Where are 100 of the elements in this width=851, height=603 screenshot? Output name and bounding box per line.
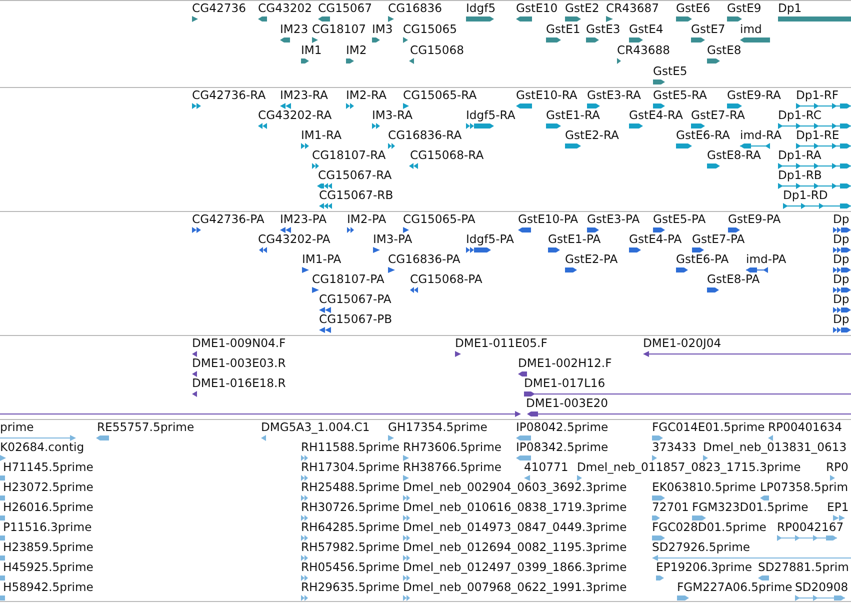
- feature-label: H23859.5prime: [3, 541, 94, 553]
- feature-label: CG15067: [318, 2, 372, 14]
- feature-label: GstE3-PA: [587, 213, 640, 225]
- feature-label: GstE7-RA: [691, 109, 745, 121]
- feature-label: CG15067-PB: [319, 313, 392, 325]
- feature-label: Dp1-RF: [796, 89, 839, 101]
- feature-label: EK063810.5prime: [652, 481, 756, 493]
- feature-label: IM2-RA: [346, 89, 386, 101]
- feature-label: SD27881.5prim: [758, 561, 849, 573]
- feature-label: RP00401634: [768, 421, 842, 433]
- feature-label: CG43202-RA: [258, 109, 332, 121]
- feature-label: Dmel_neb_012497_0399_1866.3prime: [403, 561, 627, 573]
- feature-label: FGC028D01.5prime: [652, 521, 766, 533]
- feature-label: H26016.5prime: [3, 501, 94, 513]
- feature-label: IM2: [346, 44, 367, 56]
- feature-label: CG15065-PA: [403, 213, 476, 225]
- feature-label: GH17354.5prime: [388, 421, 488, 433]
- feature-label: K02684.contig: [0, 441, 84, 453]
- feature-label: GstE4-PA: [629, 233, 682, 245]
- feature-label: Idgf5: [466, 2, 496, 14]
- feature-label: IM3: [372, 23, 393, 35]
- feature-label: CG18107: [312, 23, 366, 35]
- feature-label: 72701: [652, 501, 689, 513]
- feature-label: FGM323D01.5prime: [692, 501, 808, 513]
- feature-label: GstE8-RA: [707, 149, 761, 161]
- feature-label: GstE8-PA: [707, 273, 760, 285]
- feature-label: CG18107-RA: [312, 149, 386, 161]
- feature-label: GstE5-PA: [653, 213, 706, 225]
- feature-label: GstE6: [676, 2, 710, 14]
- feature-label: GstE6-PA: [676, 253, 729, 265]
- feature-label: CG15067-PA: [319, 293, 392, 305]
- feature-label: IM3-PA: [373, 233, 412, 245]
- feature-label: GstE7: [691, 23, 726, 35]
- feature-label: IM23-RA: [280, 89, 328, 101]
- feature-label: CG18107-PA: [312, 273, 384, 285]
- feature-label: Dp: [833, 233, 850, 245]
- feature-label: GstE2: [565, 2, 600, 14]
- feature-label: RH38766.5prime: [403, 461, 502, 473]
- feature-label: GstE3: [586, 23, 620, 35]
- feature-label: GstE6-RA: [676, 129, 730, 141]
- feature-label: Dmel_neb_011857_0823_1715.3prime: [577, 461, 801, 473]
- feature-label: GstE4: [629, 23, 664, 35]
- feature-label: CG43202: [258, 2, 312, 14]
- feature-label: GstE2-PA: [565, 253, 618, 265]
- feature-label: CG15065: [403, 23, 457, 35]
- feature-label: GstE1-RA: [546, 109, 600, 121]
- feature-label: RH57982.5prime: [301, 541, 400, 553]
- feature-label: CG42736-RA: [192, 89, 266, 101]
- feature-label: GstE5: [653, 65, 688, 77]
- feature-label: GstE8: [707, 44, 742, 56]
- feature-label: imd-PA: [746, 253, 786, 265]
- feature-label: Dmel_neb_012694_0082_1195.3prime: [403, 541, 627, 553]
- feature-label: Dp: [833, 293, 850, 305]
- feature-label: DMG5A3_1.004.C1: [261, 421, 370, 433]
- feature-label: Dmel_neb_014973_0847_0449.3prime: [403, 521, 627, 533]
- feature-label: RH05456.5prime: [301, 561, 400, 573]
- feature-label: RH73606.5prime: [403, 441, 502, 453]
- feature-label: H23072.5prime: [3, 481, 94, 493]
- feature-label: CG43202-PA: [258, 233, 330, 245]
- feature-label: CR43687: [606, 2, 660, 14]
- feature-label: GstE1-PA: [548, 233, 601, 245]
- feature-label: RH11588.5prime: [301, 441, 400, 453]
- feature-label: Dp1-RB: [778, 169, 822, 181]
- feature-label: RH29635.5prime: [301, 581, 400, 593]
- feature-label: IM1: [301, 44, 322, 56]
- feature-label: GstE9: [727, 2, 762, 14]
- feature-label: CG16836: [388, 2, 442, 14]
- feature-label: P11516.3prime: [3, 521, 92, 533]
- feature-label: CG15067-RB: [319, 189, 394, 201]
- feature-label: RH25488.5prime: [301, 481, 400, 493]
- feature-label: CG15065-RA: [403, 89, 477, 101]
- feature-label: DME1-003E03.R: [192, 357, 286, 369]
- feature-label: Dmel_neb_002904_0603_3692.3prime: [403, 481, 627, 493]
- feature-label: DME1-011E05.F: [455, 337, 548, 349]
- feature-label: CG42736-PA: [192, 213, 264, 225]
- feature-label: IM1-PA: [302, 253, 342, 265]
- feature-label: GstE9-RA: [727, 89, 781, 101]
- feature-label: GstE5-RA: [653, 89, 707, 101]
- feature-label: H45925.5prime: [3, 561, 94, 573]
- feature-label: 410771: [524, 461, 568, 473]
- feature-label: CG16836-PA: [388, 253, 460, 265]
- feature-label: GstE10: [516, 2, 558, 14]
- feature-label: DME1-002H12.F: [518, 357, 612, 369]
- feature-label: imd: [740, 23, 762, 35]
- feature-label: LP07358.5prim: [760, 481, 848, 493]
- feature-label: GstE9-PA: [728, 213, 781, 225]
- feature-label: Dp: [833, 313, 850, 325]
- feature-label: RP0: [826, 461, 848, 473]
- feature-label: Dp: [833, 253, 850, 265]
- feature-label: Dp: [833, 213, 850, 225]
- feature-label: CR43688: [617, 44, 670, 56]
- feature-label: Dp1-RD: [783, 189, 828, 201]
- feature-label: RH30726.5prime: [301, 501, 400, 513]
- feature-label: RE55757.5prime: [97, 421, 194, 433]
- feature-label: CG15067-RA: [318, 169, 392, 181]
- feature-label: CG15068-RA: [410, 149, 484, 161]
- feature-label: Dp: [833, 273, 850, 285]
- feature-label: FGC014E01.5prime: [652, 421, 765, 433]
- feature-label: CG15068-PA: [410, 273, 482, 285]
- feature-label: Dmel_neb_013831_0613: [703, 441, 847, 453]
